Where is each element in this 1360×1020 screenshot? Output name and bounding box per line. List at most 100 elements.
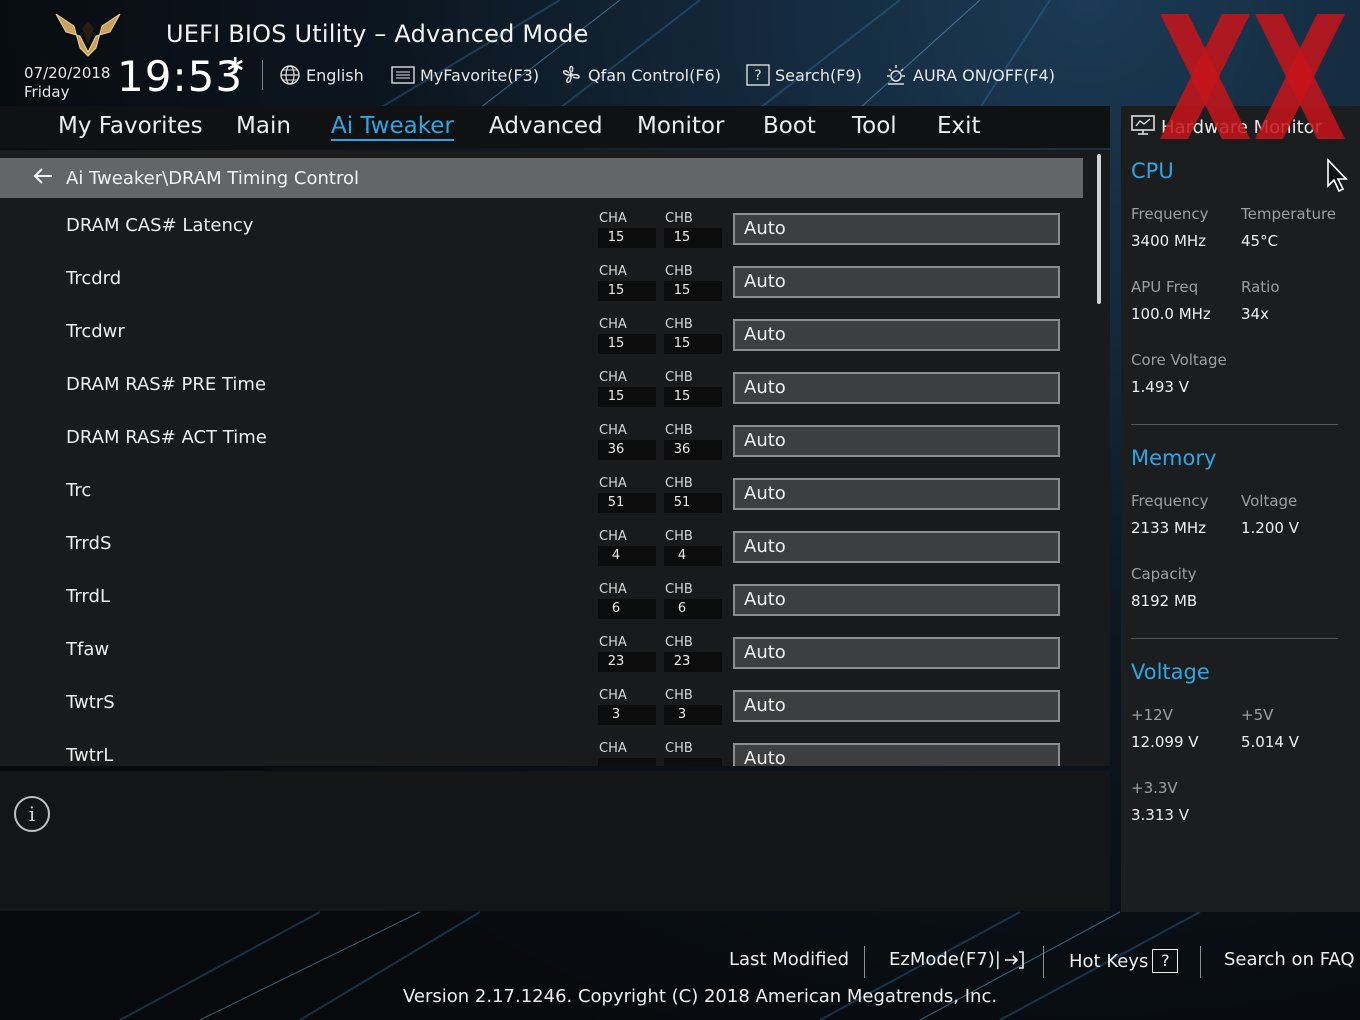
setting-value-field[interactable]: Auto bbox=[733, 425, 1060, 457]
setting-label: TwtrL bbox=[66, 745, 114, 766]
cha-label: CHA bbox=[599, 370, 627, 385]
setting-label: TrrdS bbox=[66, 533, 112, 554]
hot-keys-button[interactable]: Hot Keys ? bbox=[1069, 949, 1179, 973]
setting-label: Tfaw bbox=[66, 639, 110, 660]
apu-freq-value: 100.0 MHz bbox=[1131, 305, 1211, 323]
qfan-control-button[interactable]: Qfan Control(F6) bbox=[559, 62, 721, 88]
setting-row[interactable]: DRAM RAS# ACT Time CHA 36 CHB 36 Auto bbox=[0, 413, 1083, 466]
setting-row[interactable]: DRAM CAS# Latency CHA 15 CHB 15 Auto bbox=[0, 201, 1083, 254]
chb-readout: CHB 36 bbox=[664, 422, 722, 462]
clock-display[interactable]: 19:53 bbox=[117, 52, 243, 101]
setting-label: TwtrS bbox=[66, 692, 115, 713]
cha-value: 36 bbox=[598, 440, 656, 460]
tab-tool[interactable]: Tool bbox=[852, 113, 897, 139]
v5-value: 5.014 V bbox=[1241, 733, 1299, 751]
cha-readout: CHA 3 bbox=[598, 687, 656, 727]
setting-value-field[interactable]: Auto bbox=[733, 213, 1060, 245]
tab-advanced[interactable]: Advanced bbox=[489, 113, 603, 139]
setting-value-field[interactable]: Auto bbox=[733, 637, 1060, 669]
setting-value-field[interactable]: Auto bbox=[733, 584, 1060, 616]
setting-value-field[interactable]: Auto bbox=[733, 372, 1060, 404]
ezmode-label: EzMode(F7)| bbox=[889, 949, 1001, 970]
search-faq-button[interactable]: Search on FAQ bbox=[1224, 949, 1355, 970]
search-button[interactable]: ? Search(F9) bbox=[746, 62, 862, 88]
setting-value-field[interactable]: Auto bbox=[733, 690, 1060, 722]
app-title: UEFI BIOS Utility – Advanced Mode bbox=[166, 20, 589, 48]
chb-readout: CHB 15 bbox=[664, 316, 722, 356]
memory-voltage-label: Voltage bbox=[1241, 492, 1298, 510]
setting-value-field[interactable]: Auto bbox=[733, 478, 1060, 510]
setting-label: Trcdwr bbox=[66, 321, 125, 342]
setting-value-field[interactable]: Auto bbox=[733, 319, 1060, 351]
gear-icon[interactable]: ✲ bbox=[226, 54, 244, 79]
setting-row[interactable]: TwtrL CHA CHB Auto bbox=[0, 731, 1083, 766]
language-button[interactable]: English bbox=[279, 62, 364, 88]
cha-label: CHA bbox=[599, 688, 627, 703]
cha-value: 4 bbox=[598, 546, 656, 566]
settings-panel: Ai Tweaker\DRAM Timing Control DRAM CAS#… bbox=[0, 150, 1110, 766]
aura-toggle-button[interactable]: AURA ON/OFF(F4) bbox=[884, 62, 1055, 88]
chb-value: 15 bbox=[664, 387, 722, 407]
chb-readout: CHB 23 bbox=[664, 634, 722, 674]
setting-row[interactable]: Tfaw CHA 23 CHB 23 Auto bbox=[0, 625, 1083, 678]
chb-label: CHB bbox=[665, 529, 693, 544]
chb-value bbox=[664, 758, 722, 766]
globe-icon bbox=[279, 64, 301, 86]
setting-value-field[interactable]: Auto bbox=[733, 531, 1060, 563]
v33-label: +3.3V bbox=[1131, 779, 1178, 797]
setting-value-field[interactable]: Auto bbox=[733, 743, 1060, 766]
setting-label: DRAM CAS# Latency bbox=[66, 215, 254, 236]
cha-value: 6 bbox=[598, 599, 656, 619]
mouse-pointer-icon bbox=[1327, 158, 1348, 193]
setting-value-field[interactable]: Auto bbox=[733, 266, 1060, 298]
svg-text:?: ? bbox=[754, 68, 761, 84]
chb-readout: CHB 4 bbox=[664, 528, 722, 568]
setting-row[interactable]: TrrdL CHA 6 CHB 6 Auto bbox=[0, 572, 1083, 625]
voltage-heading: Voltage bbox=[1131, 660, 1210, 684]
tab-my-favorites[interactable]: My Favorites bbox=[58, 113, 203, 139]
settings-scrollbar[interactable] bbox=[1097, 154, 1101, 304]
last-modified-button[interactable]: Last Modified bbox=[729, 949, 849, 970]
myfavorite-button[interactable]: MyFavorite(F3) bbox=[391, 62, 539, 88]
tab-monitor[interactable]: Monitor bbox=[637, 113, 724, 139]
setting-row[interactable]: Trcdwr CHA 15 CHB 15 Auto bbox=[0, 307, 1083, 360]
info-icon: i bbox=[14, 796, 50, 832]
ezmode-button[interactable]: EzMode(F7)| bbox=[889, 949, 1025, 970]
cha-label: CHA bbox=[599, 582, 627, 597]
chb-value: 23 bbox=[664, 652, 722, 672]
tuf-logo bbox=[55, 13, 121, 57]
cha-readout: CHA 6 bbox=[598, 581, 656, 621]
breadcrumb-path: Ai Tweaker\DRAM Timing Control bbox=[66, 167, 360, 189]
date-text: 07/20/2018 bbox=[24, 64, 111, 82]
tab-boot[interactable]: Boot bbox=[763, 113, 816, 139]
cha-value: 51 bbox=[598, 493, 656, 513]
cha-value: 3 bbox=[598, 705, 656, 725]
setting-row[interactable]: Trcdrd CHA 15 CHB 15 Auto bbox=[0, 254, 1083, 307]
chb-readout: CHB bbox=[664, 740, 722, 766]
setting-row[interactable]: TwtrS CHA 3 CHB 3 Auto bbox=[0, 678, 1083, 731]
chb-readout: CHB 3 bbox=[664, 687, 722, 727]
footer-divider bbox=[864, 946, 865, 978]
setting-row[interactable]: DRAM RAS# PRE Time CHA 15 CHB 15 Auto bbox=[0, 360, 1083, 413]
cha-label: CHA bbox=[599, 211, 627, 226]
cha-value bbox=[598, 758, 656, 766]
cpu-temperature-label: Temperature bbox=[1241, 205, 1337, 223]
tab-main[interactable]: Main bbox=[236, 113, 291, 139]
setting-row[interactable]: TrrdS CHA 4 CHB 4 Auto bbox=[0, 519, 1083, 572]
cha-value: 15 bbox=[598, 334, 656, 354]
tab-exit[interactable]: Exit bbox=[937, 113, 981, 139]
cha-label: CHA bbox=[599, 529, 627, 544]
chb-value: 51 bbox=[664, 493, 722, 513]
language-label: English bbox=[306, 65, 364, 85]
footer-divider bbox=[1200, 946, 1201, 978]
capacity-label: Capacity bbox=[1131, 565, 1197, 583]
back-arrow-icon[interactable] bbox=[32, 166, 56, 190]
main-tab-bar: My Favorites Main Ai Tweaker Advanced Mo… bbox=[0, 106, 1110, 148]
ratio-value: 34x bbox=[1241, 305, 1269, 323]
core-voltage-label: Core Voltage bbox=[1131, 351, 1227, 369]
tab-ai-tweaker[interactable]: Ai Tweaker bbox=[331, 113, 454, 141]
chb-label: CHB bbox=[665, 423, 693, 438]
footer-divider bbox=[1043, 946, 1044, 978]
cha-label: CHA bbox=[599, 423, 627, 438]
setting-row[interactable]: Trc CHA 51 CHB 51 Auto bbox=[0, 466, 1083, 519]
